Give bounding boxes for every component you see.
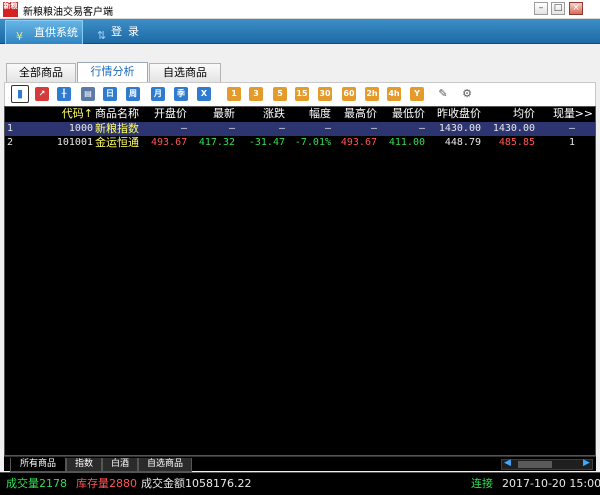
table-cell: —	[180, 123, 187, 134]
table-cell: —	[370, 123, 377, 134]
table-cell: 411.00	[388, 137, 425, 148]
column-header[interactable]: 开盘价	[151, 107, 187, 121]
gear-icon[interactable]: ⚙	[460, 87, 474, 101]
tab-direct-supply[interactable]: ¥ 直供系统	[5, 20, 83, 44]
status-volume: 成交量2178	[6, 477, 67, 490]
minimize-button[interactable]: –	[534, 2, 548, 15]
scroll-right-icon[interactable]: ▶	[583, 458, 590, 468]
table-cell: 1430.00	[492, 123, 535, 134]
table-cell: 1430.00	[438, 123, 481, 134]
table-cell: 2	[7, 137, 14, 148]
period-4h-icon[interactable]: 4h	[387, 87, 401, 101]
maximize-button[interactable]: □	[551, 2, 565, 15]
main-nav: ¥ 直供系统 ⇅ 登录	[0, 19, 600, 44]
table-cell: —	[568, 123, 575, 134]
table-cell: 新粮指数	[95, 122, 139, 135]
tab-label: 直供系统	[34, 26, 78, 39]
table-header: 代码↑ 商品名称 开盘价 最新 涨跌 幅度 最高价 最低价 昨收盘价 均价 现量 >>	[5, 107, 595, 122]
horizontal-scrollbar[interactable]: ◀ ▶	[501, 458, 593, 470]
scroll-left-icon[interactable]: ◀	[504, 458, 511, 468]
table-cell: 1000	[68, 123, 93, 134]
quote-table[interactable]: 代码↑ 商品名称 开盘价 最新 涨跌 幅度 最高价 最低价 昨收盘价 均价 现量 >> 1 1000 新粮…	[4, 106, 596, 456]
title-bar: 新粮 新粮粮油交易客户端 – □ ×	[0, 0, 600, 19]
table-row[interactable]: 2 101001 金运恒通 493.67 417.32 -31.47 -7.01% 493.6…	[5, 136, 595, 150]
table-cell: 1	[568, 137, 575, 148]
tab-market-analysis[interactable]: 行情分析	[77, 62, 148, 82]
close-button[interactable]: ×	[569, 2, 583, 15]
column-header[interactable]: 涨跌	[235, 107, 285, 121]
table-cell: 485.85	[498, 137, 535, 148]
tab-custom-goods[interactable]: 自选商品	[138, 458, 192, 472]
window-title: 新粮粮油交易客户端	[23, 7, 113, 18]
table-cell: -31.47	[248, 137, 285, 148]
tab-liquor[interactable]: 白酒	[102, 458, 138, 472]
tab-watchlist[interactable]: 自选商品	[149, 63, 221, 82]
category-tab-bar: 所有商品 指数 白酒 自选商品 ◀ ▶	[4, 456, 596, 472]
minute-chart-icon[interactable]: ▤	[81, 87, 95, 101]
table-cell: -7.01%	[294, 137, 331, 148]
week-icon[interactable]: 周	[126, 87, 140, 101]
period-y-icon[interactable]: Y	[410, 87, 424, 101]
column-header[interactable]: 商品名称	[95, 107, 151, 121]
bar-chart-icon[interactable]: ▮	[11, 85, 29, 103]
month-icon[interactable]: 月	[151, 87, 165, 101]
status-turnover: 成交金额1058176.22	[141, 477, 252, 490]
column-header[interactable]: 现量	[535, 107, 575, 121]
table-cell: —	[278, 123, 285, 134]
table-cell: —	[324, 123, 331, 134]
column-header[interactable]: 幅度	[285, 107, 331, 121]
table-cell: —	[228, 123, 235, 134]
column-header[interactable]: 最新	[187, 107, 235, 121]
table-cell: 448.79	[444, 137, 481, 148]
tab-index[interactable]: 指数	[66, 458, 102, 472]
column-header[interactable]: 代码↑	[45, 107, 93, 121]
period-30-icon[interactable]: 30	[318, 87, 332, 101]
column-header[interactable]: 最高价	[331, 107, 377, 121]
tab-all-products[interactable]: 全部商品	[6, 63, 76, 82]
period-1-icon[interactable]: 1	[227, 87, 241, 101]
period-15-icon[interactable]: 15	[295, 87, 309, 101]
sub-tab-bar: 全部商品 行情分析 自选商品	[0, 44, 600, 82]
line-chart-icon[interactable]: ↗	[35, 87, 49, 101]
column-header[interactable]: 均价	[481, 107, 535, 121]
period-3-icon[interactable]: 3	[249, 87, 263, 101]
chart-toolbar: ▮ ↗ ╫ ▤ 日周月季 X 1 3 5 15 30 60 2h 4h Y ✎ ⚙	[4, 82, 596, 106]
tab-login[interactable]: ⇅ 登录	[95, 20, 155, 44]
status-inventory: 库存量2880	[76, 477, 137, 490]
drawing-icon[interactable]: ✎	[436, 87, 450, 101]
table-cell: 101001	[56, 137, 93, 148]
table-row[interactable]: 1 1000 新粮指数 — — — — — — 1430.00 1430.00 —	[5, 122, 595, 136]
period-2h-icon[interactable]: 2h	[365, 87, 379, 101]
tab-label: 登录	[111, 25, 145, 38]
column-header[interactable]: 最低价	[377, 107, 425, 121]
column-header[interactable]: >>	[573, 107, 593, 121]
quarter-icon[interactable]: 季	[174, 87, 188, 101]
table-cell: 1	[7, 123, 14, 134]
table-cell: 金运恒通	[95, 136, 139, 149]
period-60-icon[interactable]: 60	[342, 87, 356, 101]
year-icon[interactable]: X	[197, 87, 211, 101]
app-logo-icon: 新粮	[3, 2, 18, 17]
day-icon[interactable]: 日	[103, 87, 117, 101]
table-cell: 493.67	[151, 137, 188, 148]
candlestick-icon[interactable]: ╫	[57, 87, 71, 101]
status-datetime: 2017-10-20 15:00	[502, 477, 600, 490]
column-header[interactable]: 昨收盘价	[425, 107, 481, 121]
table-cell: —	[418, 123, 425, 134]
connection-status: 连接	[471, 477, 493, 490]
scrollbar-thumb[interactable]	[518, 461, 552, 468]
period-5-icon[interactable]: 5	[273, 87, 287, 101]
status-bar: 成交量2178 库存量2880 成交金额1058176.22 连接 2017-1…	[0, 472, 600, 495]
table-cell: 493.67	[340, 137, 377, 148]
table-cell: 417.32	[198, 137, 235, 148]
tab-all-goods[interactable]: 所有商品	[10, 458, 66, 472]
